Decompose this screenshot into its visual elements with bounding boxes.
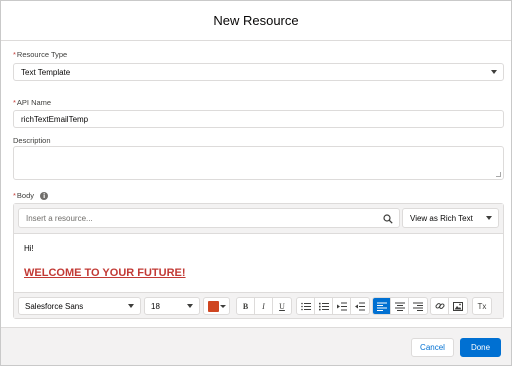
align-center-button[interactable] bbox=[391, 298, 409, 314]
required-mark: * bbox=[13, 98, 16, 107]
font-size-select[interactable]: 18 bbox=[144, 297, 200, 315]
insert-image-button[interactable] bbox=[449, 298, 467, 314]
font-family-value: Salesforce Sans bbox=[25, 301, 84, 311]
modal-header: New Resource bbox=[1, 1, 511, 41]
search-icon bbox=[383, 214, 393, 224]
bullet-list-button[interactable] bbox=[297, 298, 315, 314]
editor-content-area[interactable]: Hi! WELCOME TO YOUR FUTURE! bbox=[14, 234, 503, 292]
editor-line-welcome: WELCOME TO YOUR FUTURE! bbox=[24, 267, 186, 279]
numbered-list-button[interactable] bbox=[315, 298, 333, 314]
api-name-label: *API Name bbox=[13, 98, 51, 107]
resource-type-label: *Resource Type bbox=[13, 50, 67, 59]
bullet-list-icon bbox=[300, 302, 311, 310]
underline-button[interactable]: U bbox=[273, 298, 291, 314]
clear-format-group: Tx bbox=[472, 297, 492, 315]
chevron-down-icon bbox=[486, 216, 492, 220]
align-right-icon bbox=[413, 302, 423, 311]
chevron-down-icon bbox=[491, 70, 497, 74]
chevron-down-icon bbox=[128, 304, 134, 308]
text-color-button[interactable] bbox=[203, 297, 230, 315]
resource-type-select[interactable]: Text Template bbox=[13, 63, 504, 81]
link-icon bbox=[434, 303, 445, 309]
description-label-text: Description bbox=[13, 136, 51, 145]
bold-button[interactable]: B bbox=[237, 298, 255, 314]
numbered-list-icon bbox=[318, 302, 329, 310]
format-toolbar: Salesforce Sans 18 B I U Tx bbox=[14, 292, 503, 318]
clear-formatting-icon: Tx bbox=[477, 301, 487, 311]
resource-type-value: Text Template bbox=[21, 67, 71, 77]
modal-title: New Resource bbox=[213, 13, 299, 28]
rich-text-editor: Insert a resource... View as Rich Text H… bbox=[13, 203, 504, 319]
info-icon[interactable]: i bbox=[40, 192, 49, 201]
font-family-select[interactable]: Salesforce Sans bbox=[18, 297, 141, 315]
text-style-group: B I U bbox=[236, 297, 292, 315]
resource-bar: Insert a resource... View as Rich Text bbox=[14, 204, 503, 234]
outdent-icon bbox=[355, 302, 365, 310]
description-label: Description bbox=[13, 136, 51, 145]
outdent-button[interactable] bbox=[351, 298, 369, 314]
alignment-group bbox=[372, 297, 428, 315]
indent-button[interactable] bbox=[333, 298, 351, 314]
text-color-swatch bbox=[208, 301, 219, 312]
font-size-value: 18 bbox=[151, 301, 160, 311]
image-icon bbox=[453, 301, 463, 311]
insert-link-button[interactable] bbox=[431, 298, 449, 314]
insert-group bbox=[430, 297, 468, 315]
view-mode-value: View as Rich Text bbox=[410, 213, 473, 223]
insert-resource-input[interactable]: Insert a resource... bbox=[18, 208, 400, 228]
editor-line-hi: Hi! bbox=[24, 244, 34, 253]
api-name-label-text: API Name bbox=[16, 98, 52, 107]
cancel-button[interactable]: Cancel bbox=[411, 338, 454, 357]
api-name-input[interactable]: richTextEmailTemp bbox=[13, 110, 504, 128]
insert-resource-placeholder: Insert a resource... bbox=[26, 213, 93, 223]
chevron-down-icon bbox=[220, 305, 226, 308]
body-label-text: Body bbox=[16, 191, 35, 200]
align-right-button[interactable] bbox=[409, 298, 427, 314]
body-label: *Body i bbox=[13, 191, 49, 201]
api-name-value: richTextEmailTemp bbox=[21, 114, 89, 124]
clear-formatting-button[interactable]: Tx bbox=[473, 298, 491, 314]
new-resource-modal: New Resource *Resource Type Text Templat… bbox=[0, 0, 512, 366]
view-mode-select[interactable]: View as Rich Text bbox=[402, 208, 499, 228]
done-button[interactable]: Done bbox=[460, 338, 501, 357]
list-indent-group bbox=[296, 297, 370, 315]
align-left-button[interactable] bbox=[373, 298, 391, 314]
required-mark: * bbox=[13, 191, 16, 200]
resource-type-label-text: Resource Type bbox=[16, 50, 68, 59]
modal-footer: Cancel Done bbox=[1, 327, 511, 365]
description-textarea[interactable] bbox=[13, 146, 504, 180]
italic-button[interactable]: I bbox=[255, 298, 273, 314]
chevron-down-icon bbox=[187, 304, 193, 308]
indent-icon bbox=[336, 302, 347, 310]
align-left-icon bbox=[376, 302, 387, 311]
required-mark: * bbox=[13, 50, 16, 59]
resize-handle-icon[interactable] bbox=[496, 172, 501, 177]
align-center-icon bbox=[394, 302, 405, 311]
